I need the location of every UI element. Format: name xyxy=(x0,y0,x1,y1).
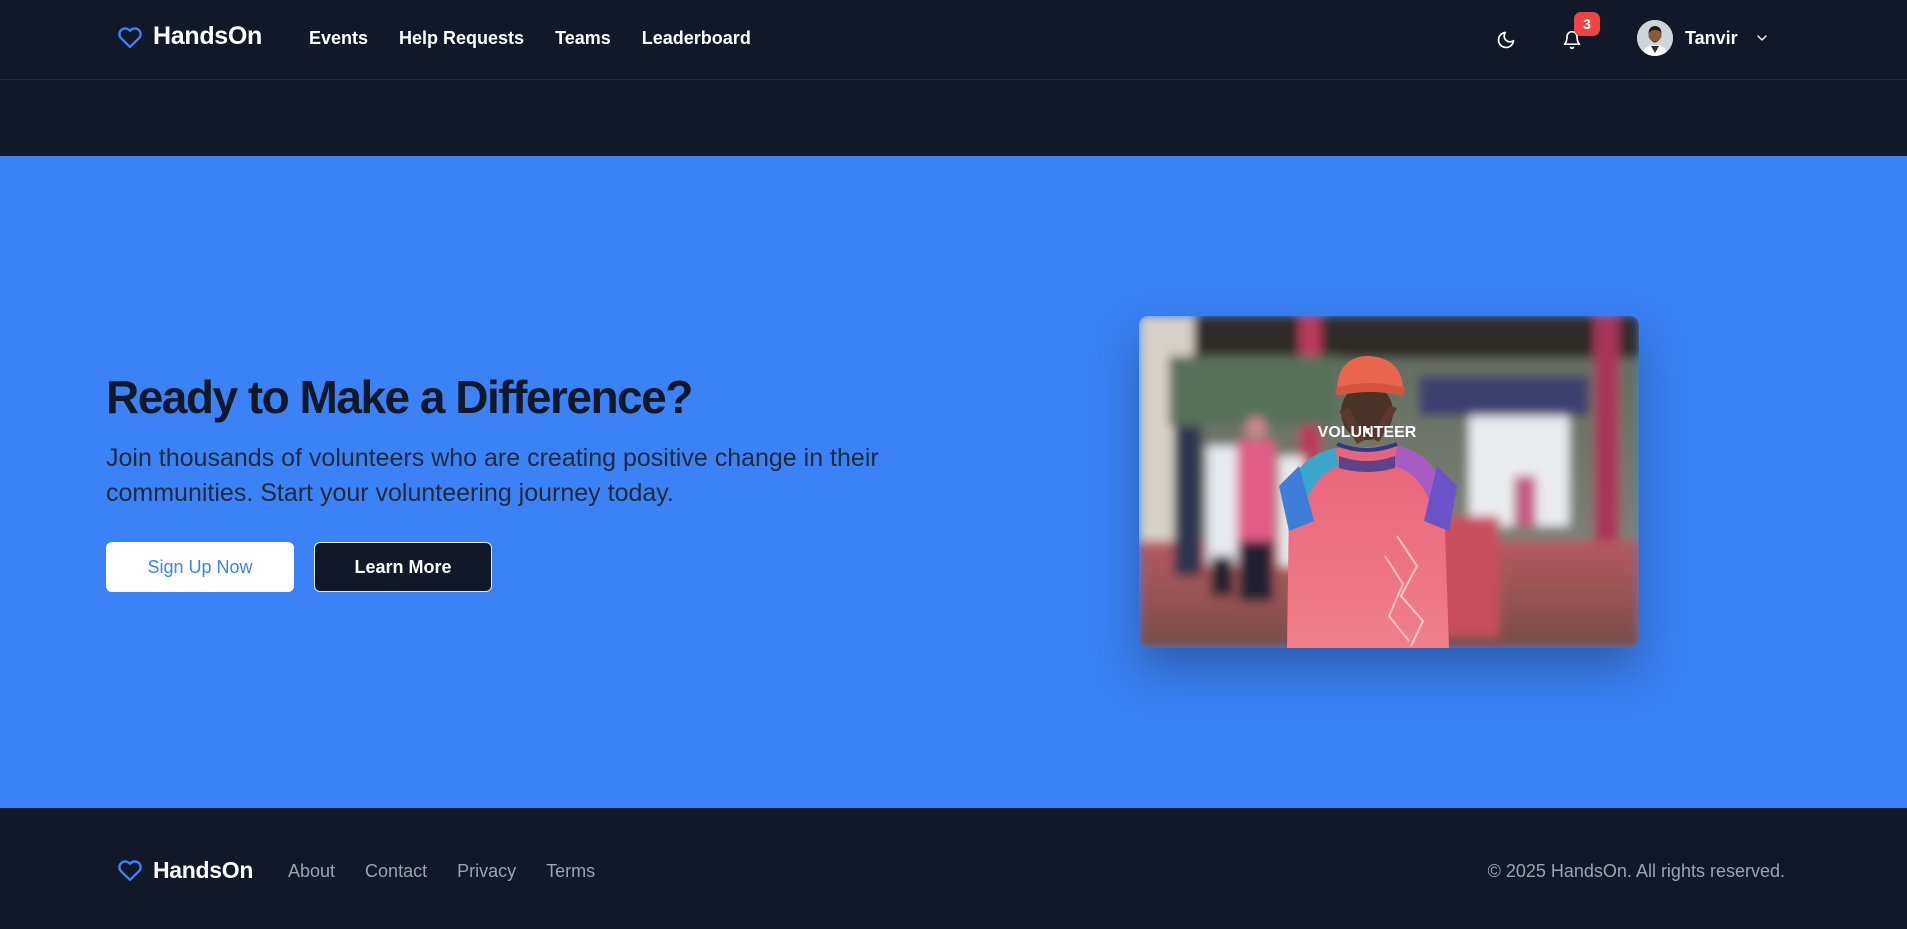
footer-link-privacy[interactable]: Privacy xyxy=(457,861,516,882)
shirt-text: VOLUNTEER xyxy=(1318,424,1417,441)
moon-icon xyxy=(1497,31,1515,49)
footer-link-terms[interactable]: Terms xyxy=(546,861,595,882)
cta-hero-section: Ready to Make a Difference? Join thousan… xyxy=(0,156,1907,808)
footer-brand-logo[interactable]: HandsOn xyxy=(115,856,253,884)
site-footer: HandsOn About Contact Privacy Terms © 20… xyxy=(0,808,1907,929)
volunteer-photo: ▾ VOLUNTEER xyxy=(1139,316,1639,648)
hero-description: Join thousands of volunteers who are cre… xyxy=(106,444,879,507)
top-navbar: HandsOn Events Help Requests Teams Leade… xyxy=(0,0,1907,80)
copyright-text: © 2025 HandsOn. All rights reserved. xyxy=(1487,861,1785,881)
theme-toggle-button[interactable] xyxy=(1492,26,1520,54)
heart-icon xyxy=(118,26,142,48)
footer-brand-name: HandsOn xyxy=(153,856,254,883)
footer-link-about[interactable]: About xyxy=(288,861,335,882)
sign-up-button[interactable]: Sign Up Now xyxy=(106,542,294,592)
brand-name: HandsOn xyxy=(153,22,263,50)
main-nav: Events Help Requests Teams Leaderboard xyxy=(309,28,751,49)
chevron-down-icon xyxy=(1757,35,1767,41)
learn-more-button[interactable]: Learn More xyxy=(314,542,492,592)
heart-icon xyxy=(118,860,142,882)
nav-link-events[interactable]: Events xyxy=(309,28,368,49)
user-menu-button[interactable]: Tanvir xyxy=(1637,20,1770,56)
footer-link-contact[interactable]: Contact xyxy=(365,861,427,882)
avatar xyxy=(1637,20,1673,56)
footer-nav: About Contact Privacy Terms xyxy=(288,861,595,882)
notification-count-badge: 3 xyxy=(1574,12,1600,36)
hero-title: Ready to Make a Difference? xyxy=(106,371,693,423)
nav-link-leaderboard[interactable]: Leaderboard xyxy=(642,28,751,49)
nav-link-teams[interactable]: Teams xyxy=(555,28,611,49)
nav-link-help-requests[interactable]: Help Requests xyxy=(399,28,524,49)
user-name: Tanvir xyxy=(1685,27,1738,48)
brand-logo-link[interactable]: HandsOn xyxy=(115,22,262,51)
